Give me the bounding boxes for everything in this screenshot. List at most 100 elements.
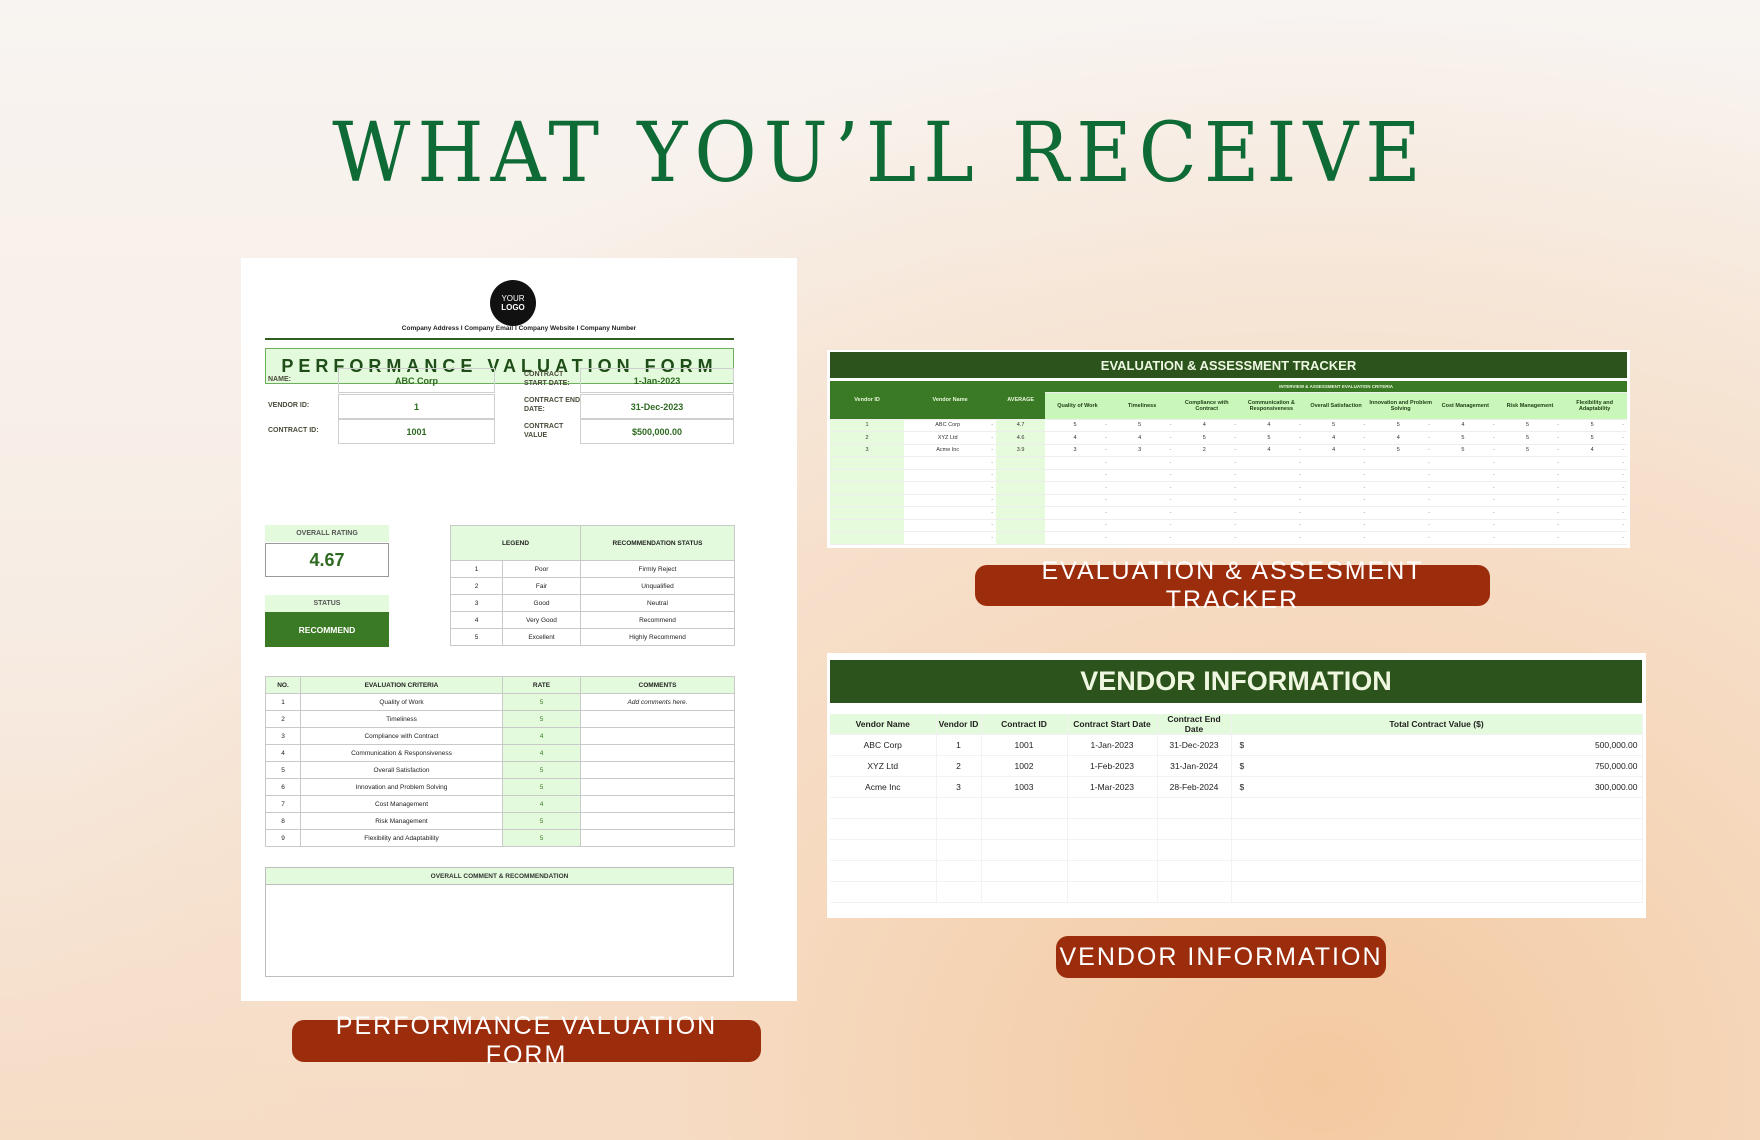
dropdown-marker: - (1363, 534, 1366, 541)
dropdown-marker: - (1104, 497, 1107, 504)
vendor-cell (936, 797, 982, 819)
tracker-empty-row: ---------- (830, 456, 1627, 470)
vendor-empty-row (830, 839, 1643, 861)
currency-symbol: $ (1239, 761, 1245, 771)
dropdown-marker: - (1234, 422, 1237, 429)
legend-status: Neutral (580, 594, 735, 612)
criteria-number: 9 (265, 829, 301, 847)
dropdown-marker: - (1557, 447, 1560, 454)
vendor-cell: XYZ Ltd (830, 755, 937, 777)
tracker-score: - (1045, 519, 1110, 532)
dropdown-marker: - (1169, 509, 1172, 516)
dropdown-marker: - (1557, 509, 1560, 516)
criteria-row: 1 Quality of Work 5 Add comments here. (265, 693, 735, 711)
tracker-score: - (1368, 506, 1433, 520)
tracker-score: - (1174, 481, 1240, 495)
vendor-column-header: Vendor Name (830, 714, 937, 735)
tracker-score-value: 4 (1396, 434, 1400, 441)
vendor-empty-row (830, 860, 1643, 882)
dropdown-marker: - (1298, 434, 1301, 441)
dropdown-marker: - (1363, 472, 1366, 479)
vendor-contract-value (1231, 860, 1643, 882)
dropdown-marker: - (1234, 434, 1237, 441)
legend-level: Excellent (502, 628, 581, 646)
criteria-row: 5 Overall Satisfaction 5 (265, 761, 735, 779)
vendor-cell: 1002 (981, 755, 1068, 777)
vendor-cell: 1-Mar-2023 (1067, 776, 1158, 798)
tracker-vendor-name: - (904, 519, 997, 532)
tracker-score: - (1045, 481, 1110, 495)
contract-value-amount: 500,000.00 (1594, 740, 1638, 750)
tracker-score-value: 5 (1396, 447, 1400, 454)
dropdown-marker: - (1104, 472, 1107, 479)
tracker-score: 5- (1303, 419, 1369, 432)
criteria-row: 9 Flexibility and Adaptability 5 (265, 829, 735, 847)
tracker-row: 3 Acme Inc -3.9 3-3-2-4-4-5-5-5-4- (830, 444, 1627, 457)
dropdown-marker: - (1363, 447, 1366, 454)
tracker-row: 1 ABC Corp -4.7 5-5-4-4-5-5-4-5-5- (830, 419, 1627, 432)
tracker-vendor-name-text: XYZ Ltd (937, 434, 958, 441)
tracker-score: 5- (1562, 419, 1627, 432)
tracker-score: - (1303, 506, 1369, 520)
tracker-title: EVALUATION & ASSESSMENT TRACKER (830, 352, 1627, 378)
vendor-cell (981, 839, 1068, 861)
criteria-name: Overall Satisfaction (300, 761, 503, 779)
tracker-score-value: 5 (1202, 434, 1206, 441)
performance-form-preview: YOUR LOGO Company Address I Company Email… (241, 258, 797, 1001)
tracker-vendor-id (830, 506, 905, 520)
tracker-score: - (1368, 456, 1433, 470)
dropdown-marker: - (1492, 459, 1495, 466)
vendor-contract-value: $300,000.00 (1231, 776, 1643, 798)
dropdown-marker: - (1492, 434, 1495, 441)
dropdown-marker: - (1363, 434, 1366, 441)
legend-number: 3 (450, 594, 503, 612)
vendor-cell (830, 881, 937, 903)
dropdown-marker: - (1104, 422, 1107, 429)
criterion-header: Overall Satisfaction (1303, 392, 1369, 420)
legend-status: Unqualified (580, 577, 735, 595)
vendor-cell (1157, 818, 1232, 840)
criterion-header: Flexibility and Adaptability (1562, 392, 1627, 420)
dropdown-marker: - (991, 422, 994, 429)
dropdown-marker: - (1492, 509, 1495, 516)
tracker-score: 5- (1562, 431, 1627, 445)
criteria-comment (580, 778, 735, 796)
tracker-score: 2- (1174, 444, 1240, 457)
criterion-header: Communication & Responsiveness (1239, 392, 1304, 420)
tracker-score-value: 4 (1461, 422, 1465, 429)
dropdown-marker: - (1234, 472, 1237, 479)
dropdown-marker: - (1169, 434, 1172, 441)
tracker-vendor-name-text: Acme Inc (936, 447, 960, 454)
tracker-score-value: 4 (1138, 434, 1142, 441)
tracker-table: Vendor ID Vendor Name AVERAGE INTERVIEW … (830, 381, 1627, 545)
dropdown-marker: - (1363, 522, 1366, 529)
criteria-row: 4 Communication & Responsiveness 4 (265, 744, 735, 762)
overall-rating-label: OVERALL RATING (265, 525, 389, 542)
tracker-score: - (1174, 519, 1240, 532)
tracker-score: - (1109, 469, 1175, 482)
dropdown-marker: - (1298, 497, 1301, 504)
dropdown-marker: - (1622, 509, 1624, 516)
tracker-score: 4- (1174, 419, 1240, 432)
vendor-column-header: Contract ID (981, 714, 1068, 735)
criteria-number: 3 (265, 727, 301, 745)
tracker-vendor-name: ABC Corp - (904, 419, 997, 432)
dropdown-marker: - (991, 497, 994, 504)
dropdown-marker: - (1622, 497, 1624, 504)
end-date-label: CONTRACT END DATE: (524, 397, 580, 413)
tracker-score: 3- (1109, 444, 1175, 457)
tracker-score: - (1239, 531, 1304, 545)
tracker-score: 5- (1239, 431, 1304, 445)
tracker-score: - (1303, 481, 1369, 495)
criteria-name: Cost Management (300, 795, 503, 813)
tracker-vendor-id: 1 (830, 419, 905, 432)
contract-value-field: $500,000.00 (580, 419, 734, 444)
tracker-score-value: 5 (1525, 434, 1530, 441)
criterion-header: Cost Management (1432, 392, 1498, 420)
tracker-score: - (1368, 469, 1433, 482)
tracker-score: - (1239, 469, 1304, 482)
dropdown-marker: - (1492, 497, 1495, 504)
tracker-score: - (1562, 519, 1627, 532)
vendor-contract-value (1231, 881, 1643, 903)
tracker-score: - (1497, 481, 1563, 495)
